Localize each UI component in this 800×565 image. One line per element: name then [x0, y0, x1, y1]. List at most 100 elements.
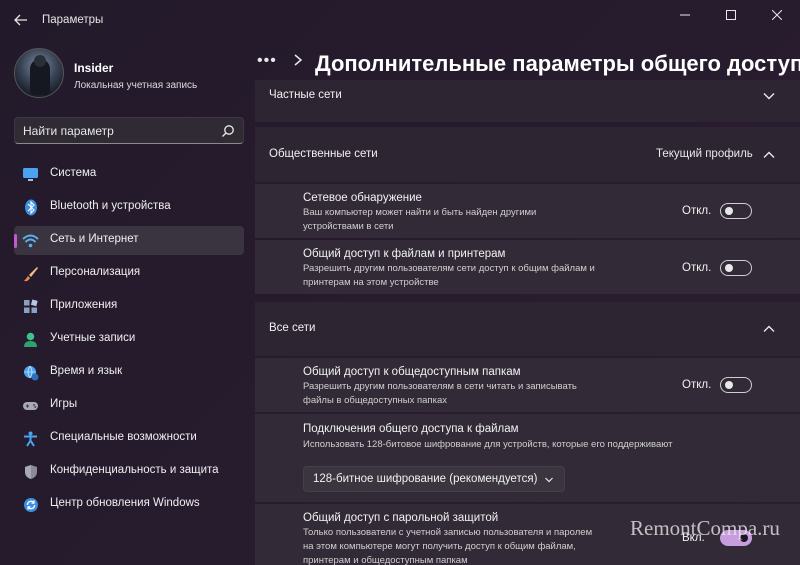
person-icon — [22, 331, 39, 348]
sidebar-item-label: Учетные записи — [50, 332, 136, 344]
minimize-icon — [680, 14, 690, 16]
sidebar: Insider Локальная учетная запись Система… — [0, 40, 255, 565]
sidebar-item-system[interactable]: Система — [14, 160, 244, 189]
apps-icon — [22, 298, 39, 315]
description-line: Разрешить другим пользователям сети дост… — [303, 263, 595, 274]
sidebar-item-label: Время и язык — [50, 365, 123, 377]
password-protected-sharing-title: Общий доступ с парольной защитой — [303, 512, 499, 524]
sidebar-item-label: Игры — [50, 398, 78, 410]
wifi-icon — [22, 232, 39, 249]
sidebar-item-network[interactable]: Сеть и Интернет — [14, 226, 244, 255]
breadcrumb: ••• Дополнительные параметры общего дост… — [255, 48, 800, 78]
watermark: RemontCompa.ru — [630, 516, 780, 540]
sidebar-item-accessibility[interactable]: Специальные возможности — [14, 424, 244, 453]
sidebar-nav: Система Bluetooth и устройства Сеть и Ин… — [14, 160, 244, 523]
public-networks-header[interactable]: Общественные сети Текущий профиль — [255, 127, 800, 182]
description-line: Разрешить другим пользователям в сети чи… — [303, 381, 577, 392]
chevron-right-icon — [293, 53, 303, 70]
encryption-dropdown[interactable]: 128-битное шифрование (рекомендуется) — [303, 466, 565, 492]
shield-icon — [22, 463, 39, 480]
network-discovery-toggle[interactable] — [720, 203, 752, 219]
description-line: Ваш компьютер может найти и быть найден … — [303, 207, 537, 218]
file-printer-sharing-row: Общий доступ к файлам и принтерам Разреш… — [255, 240, 800, 294]
search-input[interactable] — [23, 123, 213, 139]
file-printer-sharing-description: Разрешить другим пользователям сети дост… — [303, 262, 633, 290]
encryption-dropdown-value: 128-битное шифрование (рекомендуется) — [313, 473, 538, 485]
gamepad-icon — [22, 397, 39, 414]
password-protected-sharing-description: Только пользователи с учетной записью по… — [303, 526, 633, 565]
sidebar-item-accounts[interactable]: Учетные записи — [14, 325, 244, 354]
network-discovery-title: Сетевое обнаружение — [303, 192, 422, 204]
sidebar-item-label: Bluetooth и устройства — [50, 200, 171, 212]
description-line: файлы в общедоступных папках — [303, 395, 447, 406]
main-content: ••• Дополнительные параметры общего дост… — [255, 40, 800, 565]
bluetooth-icon — [22, 199, 39, 216]
file-printer-sharing-toggle[interactable] — [720, 260, 752, 276]
public-folder-sharing-title: Общий доступ к общедоступным папкам — [303, 366, 521, 378]
profile-name: Insider — [74, 61, 114, 75]
description-line: на этом компьютере могут получить доступ… — [303, 541, 576, 552]
maximize-icon — [726, 10, 736, 20]
back-button[interactable] — [8, 8, 34, 32]
sidebar-item-label: Персонализация — [50, 266, 141, 278]
chevron-down-icon — [545, 477, 553, 483]
file-sharing-connections-row: Подключения общего доступа к файлам Испо… — [255, 414, 800, 502]
sidebar-item-label: Система — [50, 167, 97, 179]
close-button[interactable] — [754, 0, 800, 30]
search-box[interactable] — [14, 117, 244, 144]
sidebar-item-personalization[interactable]: Персонализация — [14, 259, 244, 288]
description-line: принтерам и общедоступным папкам — [303, 555, 468, 565]
chevron-up-icon[interactable] — [762, 322, 776, 336]
breadcrumb-more-button[interactable]: ••• — [257, 52, 277, 70]
private-networks-header[interactable]: Частные сети — [255, 80, 800, 122]
public-folder-sharing-row: Общий доступ к общедоступным папкам Разр… — [255, 358, 800, 412]
sidebar-item-label: Сеть и Интернет — [50, 233, 139, 245]
title-bar: Параметры — [0, 0, 800, 40]
profile-account-type: Локальная учетная запись — [74, 80, 198, 91]
update-icon — [22, 496, 39, 513]
public-folder-sharing-toggle[interactable] — [720, 377, 752, 393]
network-discovery-state: Откл. — [682, 205, 712, 217]
sidebar-item-time-language[interactable]: Время и язык — [14, 358, 244, 387]
avatar — [14, 48, 64, 98]
maximize-button[interactable] — [708, 0, 754, 30]
file-sharing-connections-description: Использовать 128-битовое шифрование для … — [303, 439, 673, 450]
sidebar-item-label: Центр обновления Windows — [50, 497, 200, 509]
window-title: Параметры — [42, 14, 104, 26]
monitor-icon — [22, 166, 39, 183]
sidebar-item-bluetooth[interactable]: Bluetooth и устройства — [14, 193, 244, 222]
sidebar-item-label: Конфиденциальность и защита — [50, 464, 219, 476]
description-line: Только пользователи с учетной записью по… — [303, 527, 593, 538]
arrow-left-icon — [14, 14, 27, 26]
file-printer-sharing-title: Общий доступ к файлам и принтерам — [303, 248, 506, 260]
network-discovery-row: Сетевое обнаружение Ваш компьютер может … — [255, 184, 800, 238]
page-title: Дополнительные параметры общего доступа — [315, 51, 800, 76]
search-icon[interactable] — [221, 124, 235, 138]
accessibility-icon — [22, 430, 39, 447]
chevron-up-icon[interactable] — [762, 148, 776, 162]
sidebar-item-label: Приложения — [50, 299, 118, 311]
current-profile-label: Текущий профиль — [656, 148, 753, 160]
sidebar-item-gaming[interactable]: Игры — [14, 391, 244, 420]
public-folder-sharing-description: Разрешить другим пользователям в сети чи… — [303, 380, 633, 408]
user-profile[interactable]: Insider Локальная учетная запись — [14, 48, 244, 104]
minimize-button[interactable] — [662, 0, 708, 30]
all-networks-title: Все сети — [269, 322, 316, 334]
sidebar-item-windows-update[interactable]: Центр обновления Windows — [14, 490, 244, 519]
description-line: принтерам на этом устройстве — [303, 277, 439, 288]
sidebar-item-label: Специальные возможности — [50, 431, 197, 443]
network-discovery-description: Ваш компьютер может найти и быть найден … — [303, 206, 633, 234]
private-networks-title: Частные сети — [269, 89, 342, 101]
file-sharing-connections-title: Подключения общего доступа к файлам — [303, 423, 519, 435]
public-networks-title: Общественные сети — [269, 148, 378, 160]
public-folder-sharing-state: Откл. — [682, 379, 712, 391]
all-networks-header[interactable]: Все сети — [255, 302, 800, 356]
window-controls — [662, 0, 800, 30]
file-printer-sharing-state: Откл. — [682, 262, 712, 274]
sidebar-item-privacy[interactable]: Конфиденциальность и защита — [14, 457, 244, 486]
brush-icon — [22, 265, 39, 282]
chevron-down-icon[interactable] — [762, 89, 776, 103]
sidebar-item-apps[interactable]: Приложения — [14, 292, 244, 321]
globe-clock-icon — [22, 364, 39, 381]
description-line: устройствами в сети — [303, 221, 394, 232]
